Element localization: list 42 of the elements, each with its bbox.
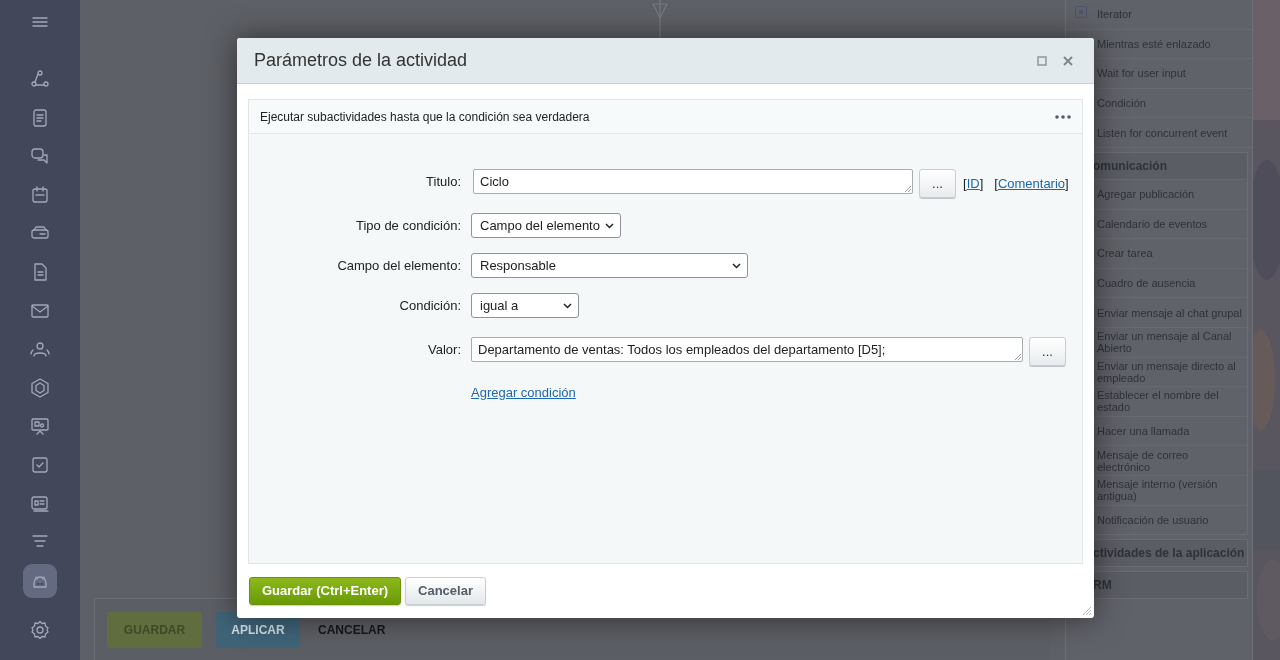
dialog-title: Parámetros de la actividad: [254, 49, 468, 72]
more-icon[interactable]: [1055, 114, 1071, 119]
field-label: Condición:: [398, 296, 461, 315]
newspaper-icon: [30, 107, 50, 128]
checkbox-icon: [30, 454, 50, 475]
field-label: Valor:: [427, 340, 461, 359]
card-icon: [30, 493, 50, 514]
select-field[interactable]: Responsable: [471, 253, 748, 278]
select-field[interactable]: igual a: [471, 293, 579, 318]
network-icon: [30, 69, 50, 89]
cancel-button[interactable]: CANCELAR: [314, 611, 390, 648]
bracket: [: [963, 175, 967, 191]
bracket: ]: [1065, 175, 1069, 191]
maximize-icon[interactable]: [1037, 55, 1047, 66]
field-label: Tipo de condición:: [354, 216, 461, 235]
more-button[interactable]: ...: [919, 169, 956, 198]
bracket: [: [994, 175, 998, 191]
field-label: Campo del elemento:: [336, 256, 461, 275]
resize-grip-icon[interactable]: [1081, 605, 1091, 615]
chevron-down-icon: [605, 222, 614, 229]
connector-arrow-icon: [650, 0, 670, 38]
link[interactable]: ID: [966, 175, 980, 191]
nav-button[interactable]: [23, 563, 57, 598]
save-button[interactable]: Guardar (Ctrl+Enter): [249, 577, 402, 605]
field-label: Titulo:: [425, 172, 461, 191]
panel-heading: Ejecutar subactividades hasta que la condición sea verdadera: [260, 108, 590, 126]
chevron-down-icon: [732, 262, 741, 269]
bracket: ]: [979, 175, 984, 191]
settings-icon[interactable]: [30, 620, 50, 641]
cancel-button[interactable]: Cancelar: [405, 577, 486, 605]
calendar-icon: [30, 184, 50, 205]
close-icon[interactable]: [1063, 55, 1073, 66]
select-field[interactable]: Campo del elemento: [471, 213, 621, 238]
resize-grip-icon[interactable]: [1014, 353, 1021, 360]
presentation-icon: [30, 416, 50, 437]
text-field[interactable]: Ciclo: [473, 169, 913, 194]
chevron-down-icon: [563, 302, 572, 309]
more-button[interactable]: ...: [1029, 337, 1066, 366]
resize-grip-icon[interactable]: [904, 185, 911, 192]
add-condition-link[interactable]: Agregar condición: [471, 385, 576, 400]
text-field[interactable]: Departamento de ventas: Todos los empleados del departamento [D5];: [471, 337, 1023, 362]
hexagon-icon: [30, 377, 50, 398]
